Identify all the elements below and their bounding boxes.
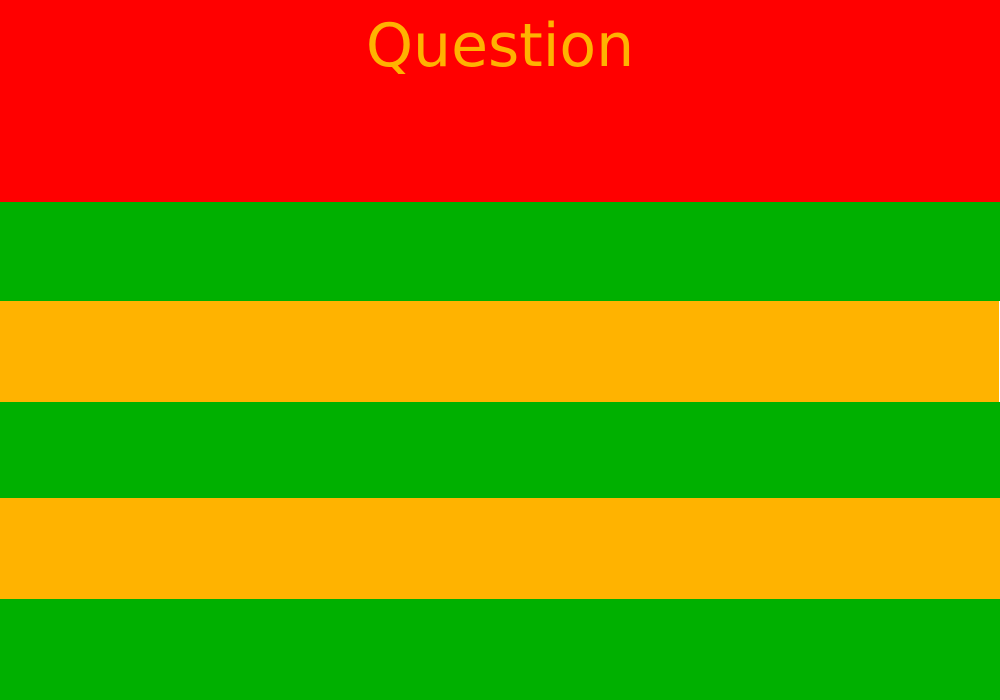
answer-option-1[interactable] — [0, 202, 1000, 301]
answer-option-5[interactable] — [0, 599, 1000, 700]
quiz-screen: Question — [0, 0, 1000, 700]
question-text: Question — [365, 11, 635, 81]
answer-option-4[interactable] — [0, 498, 1000, 599]
question-panel: Question — [0, 0, 1000, 202]
answer-option-2[interactable] — [0, 301, 999, 402]
answer-option-3[interactable] — [0, 402, 1000, 498]
